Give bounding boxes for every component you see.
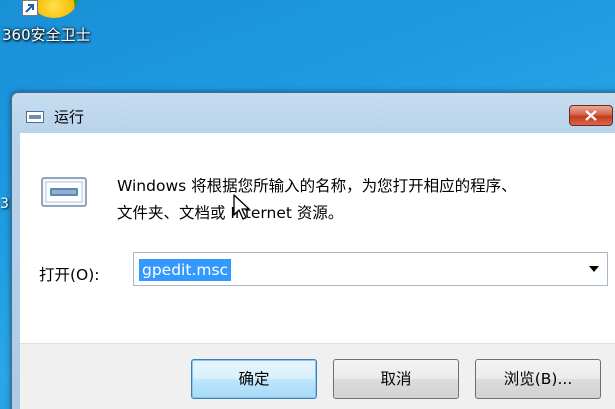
dialog-description: Windows 将根据您所输入的名称，为您打开相应的程序、 文件夹、文档或 In… (117, 173, 517, 227)
mouse-pointer-icon (232, 193, 252, 225)
desktop-icon-label: 360安全卫士 (2, 26, 91, 44)
run-dialog: 运行 Windows 将根据您所输入的名称，为您打开相应的程序、 文件夹、文档或… (11, 92, 615, 409)
description-line-1: Windows 将根据您所输入的名称，为您打开相应的程序、 (117, 177, 517, 195)
shortcut-arrow-icon (22, 0, 38, 16)
run-program-icon (41, 177, 87, 207)
dialog-content: Windows 将根据您所输入的名称，为您打开相应的程序、 文件夹、文档或 In… (20, 133, 615, 409)
cancel-button[interactable]: 取消 (333, 359, 459, 399)
close-button[interactable] (569, 105, 613, 126)
ok-button[interactable]: 确定 (191, 359, 317, 399)
description-line-2: 文件夹、文档或 Internet 资源。 (117, 204, 344, 222)
desktop-edge-text: 3 (0, 196, 9, 212)
browse-button[interactable]: 浏览(B)... (475, 359, 601, 399)
chevron-down-icon[interactable] (589, 266, 599, 272)
open-label: 打开(O): (39, 266, 100, 284)
desktop-icon-360[interactable]: 360安全卫士 (0, 0, 110, 52)
title-bar[interactable]: 运行 (12, 93, 615, 133)
open-input-value[interactable]: gpedit.msc (139, 259, 232, 281)
close-icon (585, 110, 597, 121)
run-window-icon (26, 108, 44, 123)
window-title: 运行 (54, 108, 85, 126)
open-combobox[interactable]: gpedit.msc (133, 252, 608, 286)
